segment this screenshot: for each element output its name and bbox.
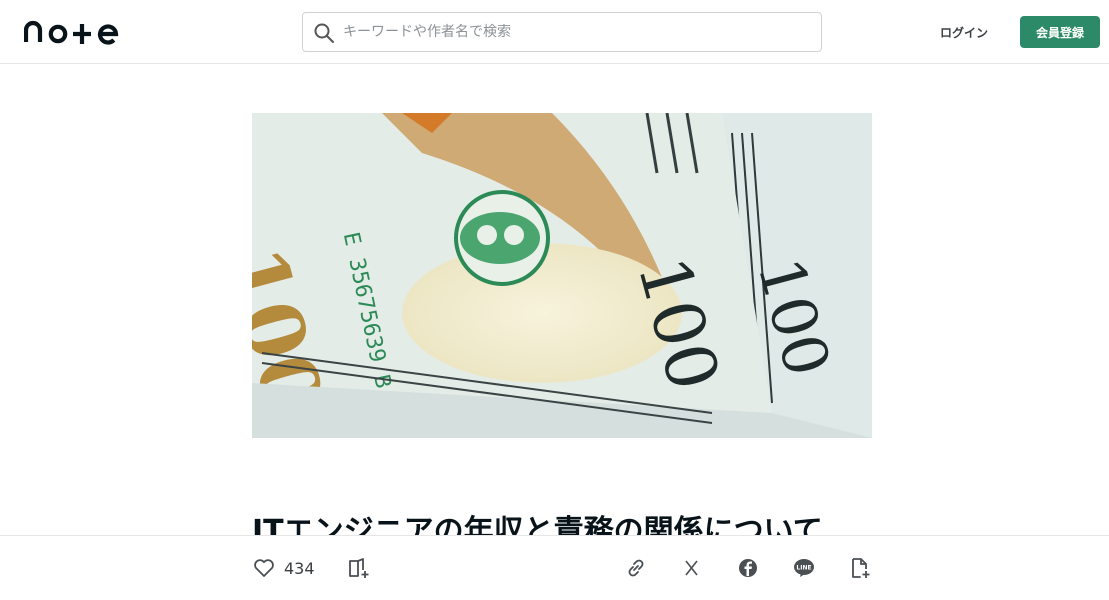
login-button[interactable]: ログイン (925, 16, 1003, 48)
like-count: 434 (284, 558, 315, 578)
add-to-magazine-button[interactable] (347, 556, 371, 580)
link-icon (628, 559, 644, 577)
search-box[interactable] (302, 12, 822, 52)
share-facebook-button[interactable] (736, 556, 760, 580)
note-logo[interactable] (24, 18, 124, 46)
signup-button[interactable]: 会員登録 (1020, 16, 1100, 48)
magazine-add-icon (349, 558, 369, 578)
article-hero-image: 100 E 35675639 B 100 100 (252, 113, 872, 438)
embed-button[interactable] (848, 556, 872, 580)
heart-icon (254, 559, 274, 577)
embed-icon (852, 558, 870, 578)
site-header: ログイン 会員登録 (0, 0, 1109, 64)
line-icon: LINE (794, 559, 814, 577)
facebook-icon (739, 559, 757, 577)
share-line-button[interactable]: LINE (792, 556, 816, 580)
x-icon (685, 560, 698, 576)
hero-image-banknotes: 100 E 35675639 B 100 100 (252, 113, 872, 438)
search-icon (314, 23, 334, 43)
like-button[interactable]: 434 (252, 556, 315, 580)
copy-link-button[interactable] (624, 556, 648, 580)
article-action-bar: 434 LINE (0, 535, 1109, 600)
share-x-button[interactable] (680, 556, 704, 580)
svg-text:LINE: LINE (796, 565, 811, 572)
search-input[interactable] (343, 13, 813, 51)
